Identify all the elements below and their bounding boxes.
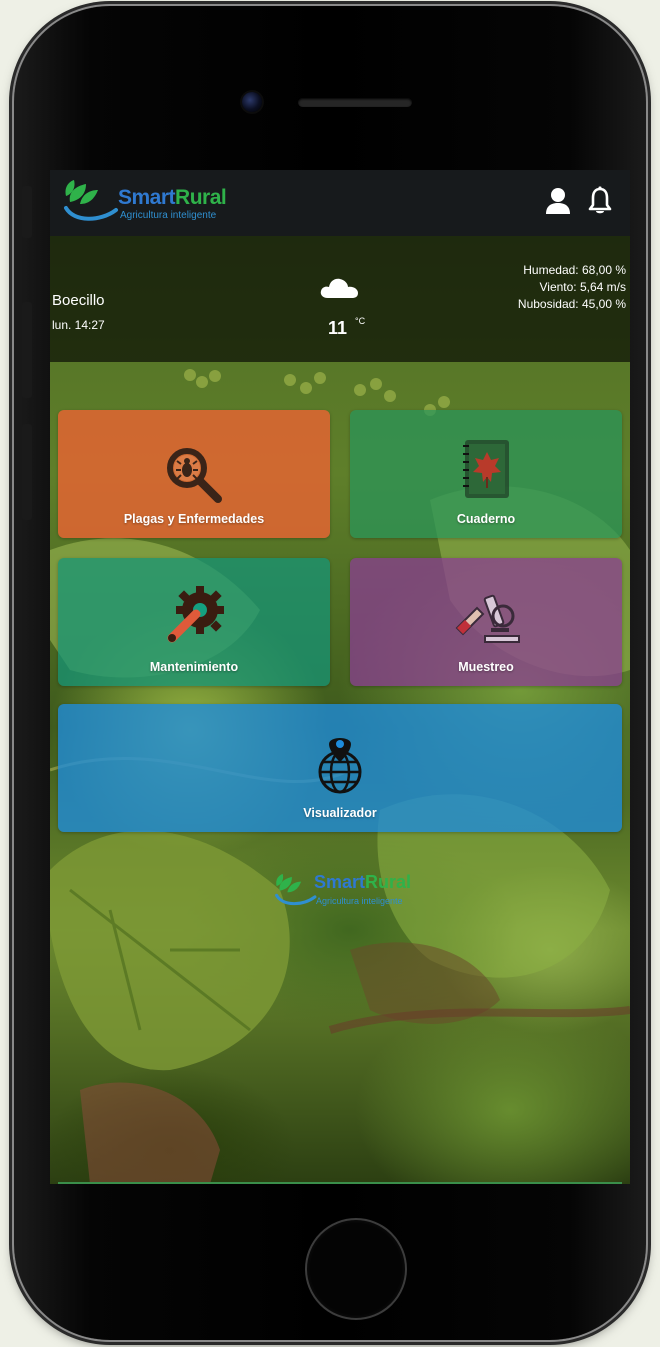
microscope-icon [455, 594, 520, 643]
tile-mantenimiento-label: Mantenimiento [149, 660, 239, 674]
cloud-icon [320, 278, 358, 298]
leaf-swoosh-icon [64, 180, 118, 221]
logo-wordmark: SmartRural [118, 186, 227, 209]
user-icon[interactable] [544, 186, 572, 216]
weather-cloudiness: Nubosidad: 45,00 % [517, 297, 626, 311]
magnifier-bug-icon [167, 448, 222, 503]
volume-up-button [22, 302, 32, 398]
home-button[interactable] [305, 1218, 407, 1320]
weather-wind: Viento: 5,64 m/s [539, 280, 627, 294]
leaf-swoosh-icon [275, 873, 317, 906]
notebook-leaf-icon [463, 440, 509, 498]
volume-down-button [22, 424, 32, 520]
footer-logo-tagline: Agricultura inteligente [316, 896, 403, 906]
screen-bottom-divider [58, 1182, 622, 1184]
tile-cuaderno[interactable]: Cuaderno [350, 410, 622, 538]
wrench-gear-icon [167, 586, 224, 643]
tile-visualizador-label: Visualizador [303, 806, 377, 820]
tile-plagas-label: Plagas y Enfermedades [123, 512, 265, 526]
weather-panel: Boecillo lun. 14:27 11 °C Humedad: 68,00… [50, 236, 630, 362]
footer-logo: SmartRural Agricultura inteligente [272, 870, 422, 914]
smartrural-logo[interactable]: SmartRural Agricultura inteligente [60, 178, 240, 230]
mute-switch [22, 186, 32, 238]
weather-temperature-unit: °C [355, 316, 366, 326]
header-actions [544, 186, 614, 216]
footer-logo-wordmark: SmartRural [314, 872, 412, 892]
tile-cuaderno-label: Cuaderno [456, 512, 516, 526]
tile-mantenimiento[interactable]: Mantenimiento [58, 558, 330, 686]
tile-muestreo-label: Muestreo [458, 660, 514, 674]
globe-pin-icon [318, 738, 362, 794]
weather-humidity: Humedad: 68,00 % [523, 263, 626, 277]
weather-details: Humedad: 68,00 % Viento: 5,64 m/s Nubosi… [518, 262, 626, 313]
weather-location: Boecillo [52, 292, 105, 309]
earpiece-speaker [298, 98, 412, 107]
front-camera [242, 92, 262, 112]
tile-plagas-enfermedades[interactable]: Plagas y Enfermedades [58, 410, 330, 538]
logo-tagline: Agricultura inteligente [120, 210, 217, 221]
bell-icon[interactable] [586, 186, 614, 216]
weather-time: lun. 14:27 [52, 318, 105, 332]
tile-visualizador[interactable]: Visualizador [58, 704, 622, 832]
weather-temperature: 11 [328, 318, 348, 338]
tile-muestreo[interactable]: Muestreo [350, 558, 622, 686]
app-header: SmartRural Agricultura inteligente [50, 170, 630, 236]
app-screen: SmartRural Agricultura inteligente Boeci… [50, 170, 630, 1184]
